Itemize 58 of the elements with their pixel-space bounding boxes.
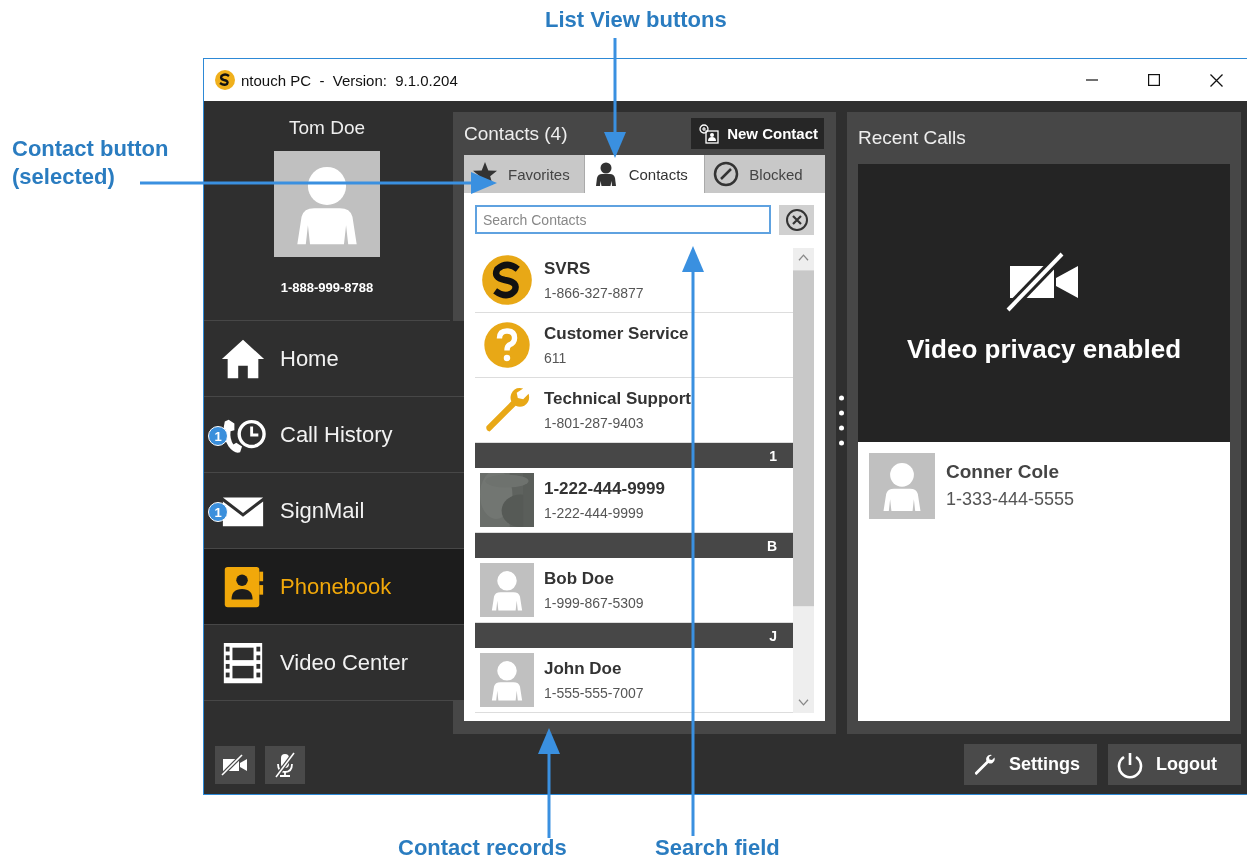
window-title: ntouch PC - Version: 9.1.0.204 [241,71,458,89]
search-field[interactable]: Search Contacts [475,205,771,234]
contact-number: 1-801-287-9403 [544,415,645,431]
callout-label: Search field [655,834,780,858]
add-contact-icon [699,123,720,144]
contact-name: SVRS [544,259,592,279]
nav-item[interactable]: 1 SignMail [204,473,464,549]
svrs-logo-icon [480,253,534,307]
nav-item[interactable]: Phonebook [204,549,464,625]
maximize-icon [1148,74,1160,86]
count-badge: 1 [208,502,228,522]
count-badge: 1 [208,426,228,446]
caller-name: Conner Cole [946,461,1060,483]
callout-label: Contact button (selected) [12,135,170,191]
contact-name: 1-222-444-9999 [544,479,665,499]
contact-number: 611 [544,350,568,366]
caller-number: 1-333-444-5555 [946,489,1075,510]
camera-off-icon [221,754,249,776]
contact-name: Technical Support [544,389,692,409]
contact-number: 1-555-555-7007 [544,685,644,701]
panel-title: Recent Calls [858,127,966,149]
contact-row[interactable]: John Doe 1-555-555-7007 [475,648,793,713]
list-view-tab[interactable]: Contacts [584,155,706,193]
camera-toggle-button[interactable] [215,746,255,784]
microphone-toggle-button[interactable] [265,746,305,784]
contact-number: 1-222-444-9999 [544,505,645,521]
microphone-off-icon [273,752,297,778]
clear-icon [784,208,809,232]
avatar-icon [480,563,534,617]
contact-name: Bob Doe [544,569,615,589]
user-phone: 1-888-999-8788 [280,280,374,295]
blocked-icon [713,161,740,187]
section-letter: J [769,627,777,644]
nav-item[interactable]: Video Center [204,625,464,701]
new-contact-button[interactable]: New Contact [691,118,824,149]
section-letter: B [766,537,777,554]
contact-number: 1-866-327-8877 [544,285,644,301]
clear-search-button[interactable] [779,205,814,235]
avatar-icon [480,653,534,707]
avatar-icon [274,151,380,257]
contact-row[interactable]: Customer Service 611 [475,313,793,378]
avatar-icon [869,453,935,519]
callout-label: List View buttons [545,6,727,34]
app-logo-icon [215,70,235,90]
nav-item[interactable]: Home [204,321,464,397]
contact-name: Customer Service [544,324,689,344]
video-status: Video privacy enabled [906,334,1182,365]
section-letter: 1 [769,447,777,464]
contact-name: John Doe [544,659,623,679]
power-icon [1116,750,1144,779]
settings-button[interactable]: Settings [964,744,1097,785]
callout-label: Contact records [398,834,567,858]
panel-title: Contacts (4) [464,122,568,145]
close-icon [1209,73,1223,87]
logout-button[interactable]: Logout [1108,744,1241,785]
user-name: Tom Doe [289,117,365,139]
contact-number: 1-999-867-5309 [544,595,644,611]
nav-item[interactable]: 1 Call History [204,397,464,473]
